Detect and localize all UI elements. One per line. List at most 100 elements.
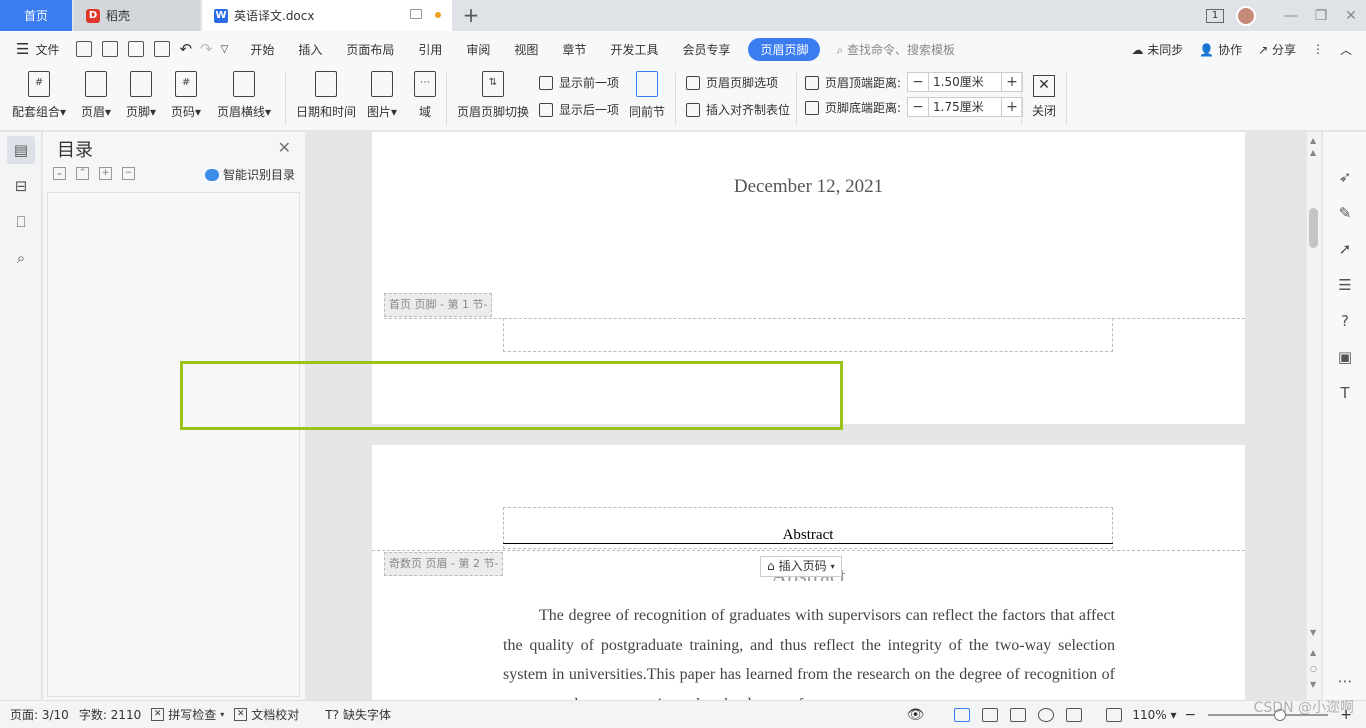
menu-insert[interactable]: 插入 [286, 41, 334, 58]
page-indicator[interactable]: 页面: 3/10 [10, 706, 69, 723]
fit-page-icon[interactable] [1106, 708, 1123, 722]
header-footer-switch-button[interactable]: ⇅ 页眉页脚切换 [457, 71, 529, 120]
remove-entry-icon[interactable]: − [122, 167, 135, 180]
navigation-icon[interactable]: ⊟ [11, 176, 31, 196]
tab-document[interactable]: W 英语译文.docx [202, 0, 452, 31]
vertical-scrollbar[interactable]: ▲ ▲ ▼ ▲ ○ ▼ [1307, 132, 1321, 700]
header-line-button[interactable]: 页眉横线▾ [217, 71, 271, 120]
add-entry-icon[interactable]: + [99, 167, 112, 180]
pointer-icon[interactable]: ➚ [1336, 240, 1354, 258]
command-search[interactable]: ⌕ 查找命令、搜索模板 [836, 41, 955, 58]
save-icon[interactable] [76, 41, 93, 57]
zoom-out-icon[interactable]: − [1185, 707, 1197, 723]
expand-all-icon[interactable]: ⌄ [53, 167, 66, 180]
collapse-all-icon[interactable]: ⌃ [76, 167, 89, 180]
insert-page-number-button[interactable]: ⌂ 插入页码 ▾ [760, 556, 842, 577]
sliders-icon[interactable]: ☰ [1336, 276, 1354, 294]
tab-home[interactable]: 首页 [0, 0, 72, 31]
header-footer-options-button[interactable]: 页眉页脚选项 [686, 74, 778, 91]
menu-references[interactable]: 引用 [406, 41, 454, 58]
export-icon[interactable] [102, 41, 119, 57]
scroll-up-icon[interactable]: ▲ [1310, 136, 1316, 145]
increase-icon[interactable]: + [1001, 72, 1023, 92]
increase-icon[interactable]: + [1001, 97, 1023, 117]
more-icon[interactable]: ⋮ [1312, 42, 1324, 56]
menu-review[interactable]: 审阅 [454, 41, 502, 58]
menu-header-footer[interactable]: 页眉页脚 [748, 37, 821, 61]
undo-icon[interactable]: ↶ [179, 40, 192, 58]
page-number-button[interactable]: # 页码▾ [171, 71, 201, 120]
bookmark-icon[interactable]: ⎕ [11, 212, 31, 232]
draw-icon[interactable] [1066, 708, 1083, 722]
menu-start[interactable]: 开始 [238, 41, 286, 58]
menu-developer[interactable]: 开发工具 [598, 41, 670, 58]
scroll-thumb[interactable] [1309, 208, 1318, 248]
web-view-icon[interactable] [1038, 708, 1055, 722]
sync-status[interactable]: ☁ 未同步 [1131, 41, 1183, 58]
datetime-button[interactable]: 日期和时间 [296, 71, 356, 120]
field-button[interactable]: ⋯ 域 [414, 71, 436, 120]
eye-icon[interactable]: 👁 [907, 707, 925, 723]
picture-button[interactable]: 图片▾ [367, 71, 397, 120]
read-view-icon[interactable] [1010, 708, 1027, 722]
footer-edit-area[interactable] [503, 318, 1113, 352]
file-menu[interactable]: ☰ 文件 [0, 40, 71, 58]
toc-panel-icon[interactable]: ▤ [7, 136, 35, 164]
menu-member[interactable]: 会员专享 [670, 41, 742, 58]
same-as-previous-button[interactable]: 同前节 [629, 71, 665, 120]
word-count[interactable]: 字数: 2110 [79, 706, 141, 723]
outline-view-icon[interactable] [982, 708, 999, 722]
spell-check-button[interactable]: ✕ 拼写检查 ▾ [151, 706, 224, 723]
header-button[interactable]: 页眉▾ [81, 71, 111, 120]
switch-label: 页眉页脚切换 [457, 105, 530, 119]
header-text[interactable]: Abstract [503, 527, 1113, 544]
share-button[interactable]: ↗ 分享 [1258, 41, 1296, 58]
customize-quickbar-icon[interactable]: ▽ [221, 44, 229, 55]
close-icon[interactable]: ✕ [278, 138, 291, 157]
menu-view[interactable]: 视图 [502, 41, 550, 58]
more-options-icon[interactable]: ⋯ [1336, 672, 1354, 690]
prev-page-icon[interactable]: ▲ [1310, 648, 1316, 657]
rocket-icon[interactable]: ➶ [1336, 168, 1354, 186]
close-header-footer-button[interactable]: 关闭 [1032, 102, 1056, 119]
scroll-down-icon[interactable]: ▼ [1310, 628, 1316, 637]
footer-button[interactable]: 页脚▾ [126, 71, 156, 120]
print-preview-icon[interactable] [154, 41, 171, 57]
tab-daoke[interactable]: D 稻壳 [74, 0, 200, 31]
insert-align-tab-button[interactable]: 插入对齐制表位 [686, 101, 790, 118]
smart-toc-button[interactable]: 智能识别目录 [204, 166, 295, 183]
window-count-badge[interactable]: 1 [1206, 8, 1224, 23]
select-browse-icon[interactable]: ○ [1310, 664, 1317, 673]
help-icon[interactable]: ? [1336, 312, 1354, 330]
menu-layout[interactable]: 页面布局 [334, 41, 406, 58]
image-tool-icon[interactable]: ▣ [1336, 348, 1354, 366]
avatar[interactable] [1236, 5, 1256, 26]
collab-button[interactable]: 👤 协作 [1199, 41, 1242, 58]
search-icon[interactable]: ⌕ [11, 248, 31, 268]
close-header-footer-icon[interactable]: ✕ [1033, 75, 1055, 97]
minimize-icon[interactable]: — [1276, 8, 1306, 24]
print-icon[interactable] [128, 41, 145, 57]
menu-section[interactable]: 章节 [550, 41, 598, 58]
footer-bottom-distance-input[interactable]: 1.75厘米 [929, 97, 1001, 117]
next-page-icon[interactable]: ▼ [1310, 680, 1316, 689]
header-top-distance-input[interactable]: 1.50厘米 [929, 72, 1001, 92]
monitor-icon[interactable] [410, 9, 422, 19]
text-icon[interactable]: T [1336, 384, 1354, 402]
new-tab-button[interactable]: + [460, 4, 482, 26]
collapse-ribbon-icon[interactable]: ︿ [1340, 41, 1352, 58]
pen-icon[interactable]: ✎ [1336, 204, 1354, 222]
scroll-up-icon[interactable]: ▲ [1310, 148, 1316, 157]
combo-button[interactable]: # 配套组合▾ [12, 71, 66, 120]
decrease-icon[interactable]: − [907, 72, 929, 92]
zoom-level[interactable]: 110% ▾ [1132, 708, 1176, 722]
missing-font-button[interactable]: T? 缺失字体 [325, 706, 391, 723]
decrease-icon[interactable]: − [907, 97, 929, 117]
restore-icon[interactable]: ❐ [1306, 8, 1336, 24]
show-next-button[interactable]: 显示后一项 [539, 101, 619, 118]
close-window-icon[interactable]: ✕ [1336, 8, 1366, 24]
show-previous-button[interactable]: 显示前一项 [539, 74, 619, 91]
doc-proof-button[interactable]: ✕ 文档校对 [234, 706, 299, 723]
page-view-icon[interactable] [954, 708, 971, 722]
redo-icon[interactable]: ↷ [200, 40, 213, 58]
